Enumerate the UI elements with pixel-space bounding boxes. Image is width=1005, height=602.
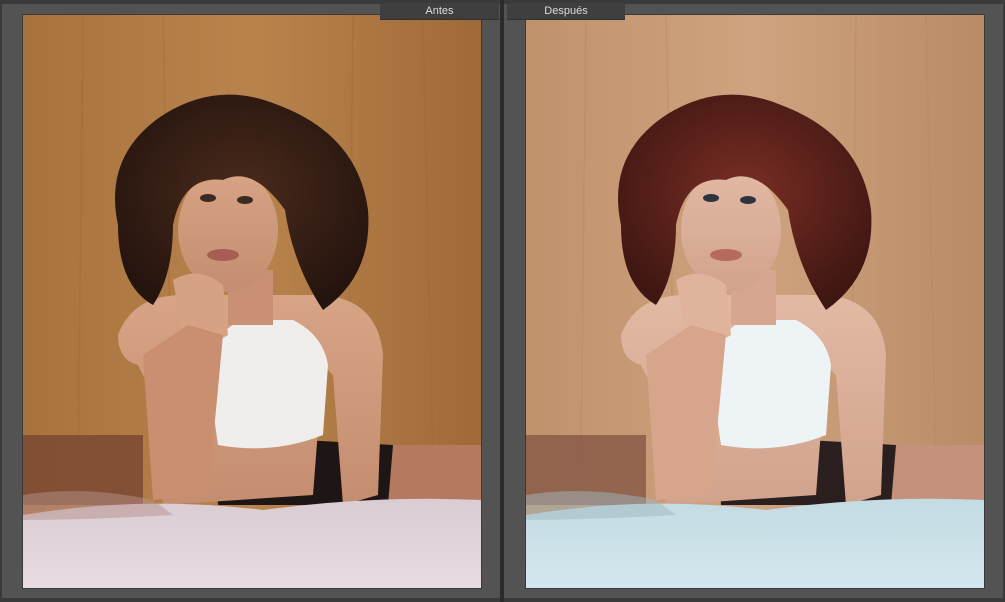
after-label: Después	[507, 3, 625, 20]
before-photo[interactable]	[22, 14, 482, 589]
split-divider[interactable]	[500, 0, 504, 602]
frame-left	[0, 0, 2, 602]
before-label: Antes	[380, 3, 499, 20]
after-photo[interactable]	[525, 14, 985, 589]
before-after-compare-view: Antes Después	[0, 0, 1005, 602]
portrait-photo-after-icon	[526, 15, 984, 588]
portrait-photo-before-icon	[23, 15, 481, 588]
